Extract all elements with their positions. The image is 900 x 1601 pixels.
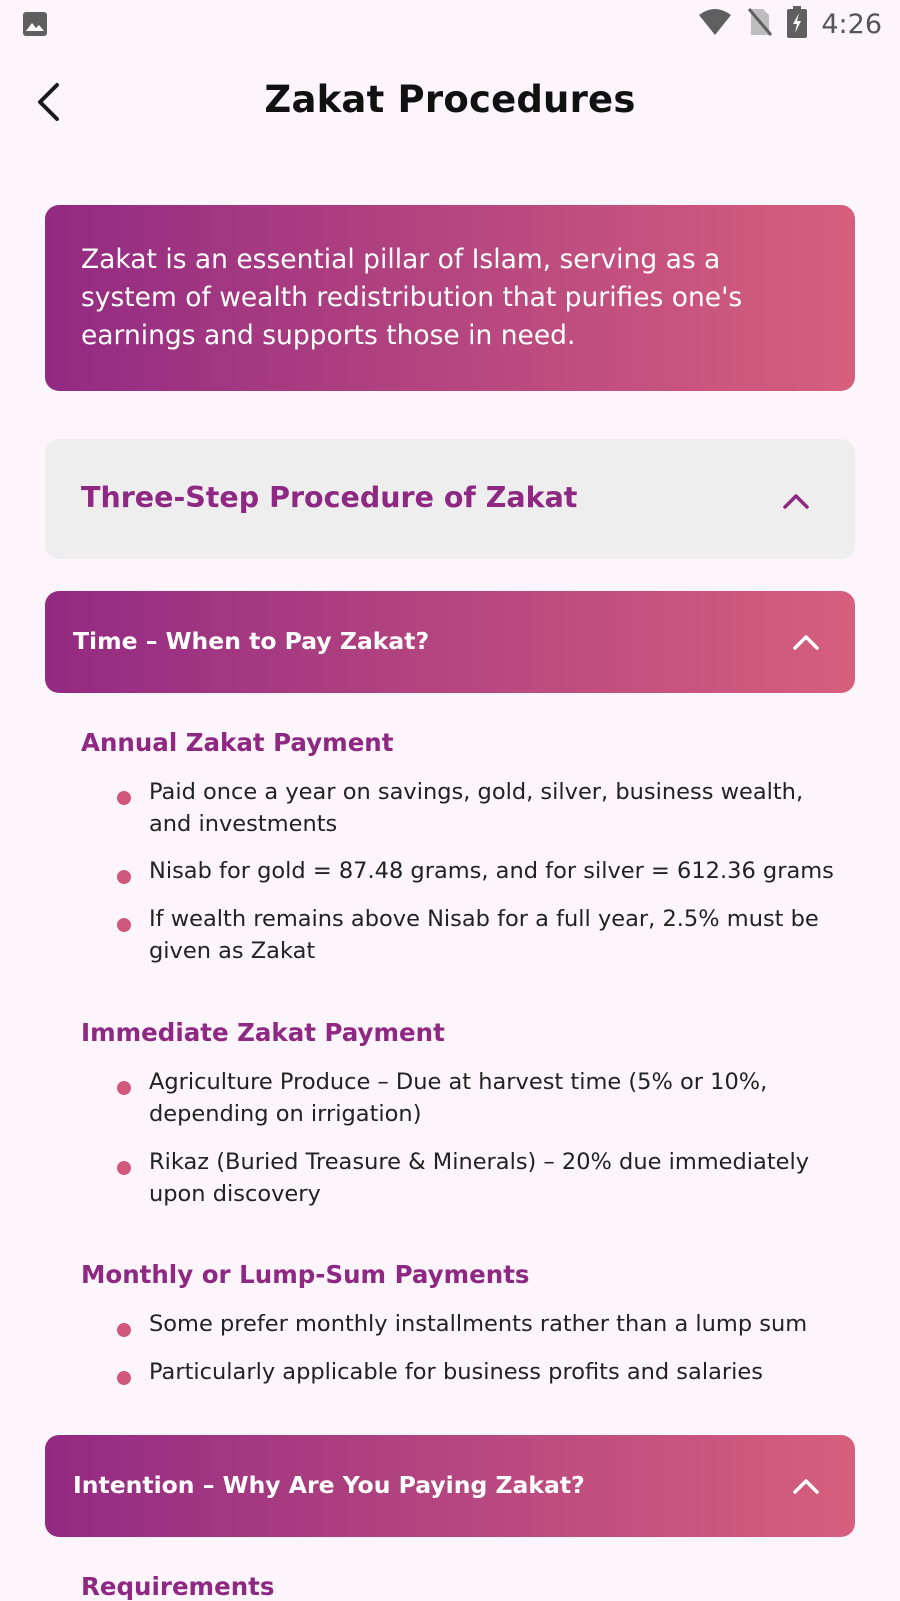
list-item: Nisab for gold = 87.48 grams, and for si… bbox=[149, 858, 834, 884]
procedure-section-title: Three-Step Procedure of Zakat bbox=[81, 481, 578, 514]
chevron-up-icon bbox=[783, 494, 809, 509]
bullet-icon bbox=[117, 870, 131, 884]
step-intention-header[interactable]: Intention – Why Are You Paying Zakat? bbox=[45, 1435, 855, 1537]
group-title-monthly: Monthly or Lump-Sum Payments bbox=[81, 1260, 530, 1289]
bullet-icon bbox=[117, 918, 131, 932]
intro-card: Zakat is an essential pillar of Islam, s… bbox=[45, 205, 855, 391]
group-title-immediate: Immediate Zakat Payment bbox=[81, 1018, 445, 1047]
intro-text: Zakat is an essential pillar of Islam, s… bbox=[81, 244, 743, 351]
bullet-icon bbox=[117, 1323, 131, 1337]
list-item: Paid once a year on savings, gold, silve… bbox=[149, 779, 804, 837]
list-item: Particularly applicable for business pro… bbox=[149, 1359, 763, 1385]
status-bar: 4:26 bbox=[0, 0, 900, 48]
step-time-header[interactable]: Time – When to Pay Zakat? bbox=[45, 591, 855, 693]
page-title: Zakat Procedures bbox=[264, 78, 636, 121]
chevron-up-icon bbox=[793, 1479, 819, 1494]
bullet-icon bbox=[117, 1081, 131, 1095]
chevron-up-icon bbox=[793, 635, 819, 650]
bullet-icon bbox=[117, 1371, 131, 1385]
group-title-annual: Annual Zakat Payment bbox=[81, 728, 394, 757]
bullet-icon bbox=[117, 791, 131, 805]
clock-time: 4:26 bbox=[821, 8, 882, 40]
app-bar: Zakat Procedures bbox=[0, 60, 900, 144]
list-item: Agriculture Produce – Due at harvest tim… bbox=[149, 1069, 768, 1127]
wifi-icon bbox=[697, 7, 733, 41]
bullet-icon bbox=[117, 1161, 131, 1175]
procedure-section-header[interactable]: Three-Step Procedure of Zakat bbox=[45, 439, 855, 559]
group-title-requirements: Requirements bbox=[81, 1572, 275, 1601]
no-sim-icon bbox=[747, 7, 773, 41]
battery-charging-icon bbox=[787, 6, 808, 42]
image-icon bbox=[22, 11, 48, 37]
step-time-title: Time – When to Pay Zakat? bbox=[73, 627, 430, 655]
list-item: If wealth remains above Nisab for a full… bbox=[149, 906, 819, 964]
step-intention-title: Intention – Why Are You Paying Zakat? bbox=[73, 1471, 585, 1499]
list-item: Rikaz (Buried Treasure & Minerals) – 20%… bbox=[149, 1149, 810, 1207]
list-item: Some prefer monthly installments rather … bbox=[149, 1311, 808, 1337]
